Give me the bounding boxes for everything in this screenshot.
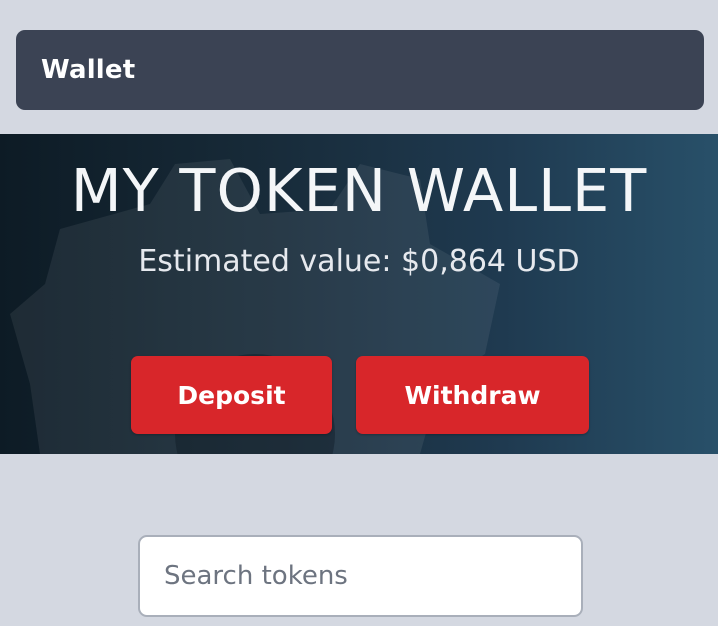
- wallet-title: MY TOKEN WALLET: [70, 156, 648, 225]
- header-title: Wallet: [41, 55, 136, 85]
- header-bar: Wallet: [16, 30, 704, 110]
- estimated-value: Estimated value: $0,864 USD: [138, 244, 580, 279]
- search-tokens-input[interactable]: [138, 535, 583, 617]
- wallet-hero-banner: MY TOKEN WALLET Estimated value: $0,864 …: [0, 134, 718, 454]
- withdraw-button[interactable]: Withdraw: [356, 356, 589, 434]
- deposit-button[interactable]: Deposit: [131, 356, 332, 434]
